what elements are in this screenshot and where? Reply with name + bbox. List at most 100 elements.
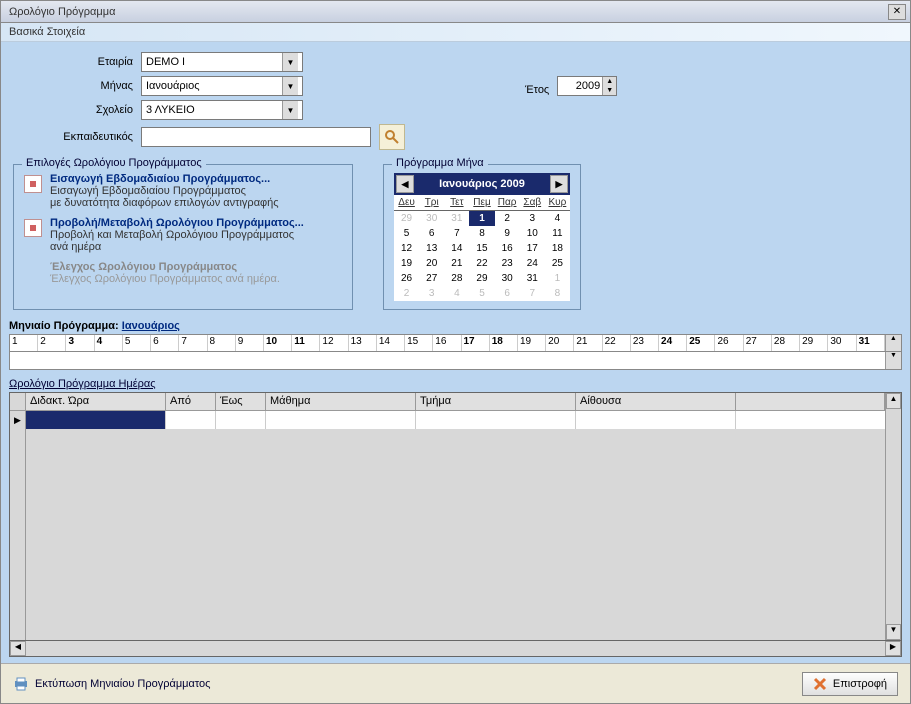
- calendar-day[interactable]: 28: [444, 271, 469, 286]
- calendar-day[interactable]: 20: [419, 256, 444, 271]
- calendar-day[interactable]: 29: [469, 271, 494, 286]
- day-cell[interactable]: 16: [433, 335, 461, 351]
- day-cell[interactable]: 10: [264, 335, 292, 351]
- calendar-day[interactable]: 13: [419, 241, 444, 256]
- day-cell[interactable]: 9: [236, 335, 264, 351]
- calendar-day[interactable]: 2: [394, 286, 419, 301]
- calendar-day[interactable]: 7: [444, 226, 469, 241]
- day-cell[interactable]: 28: [772, 335, 800, 351]
- calendar-next[interactable]: ▶: [550, 175, 568, 193]
- year-input[interactable]: 2009 ▲ ▼: [557, 76, 617, 96]
- option-import-weekly[interactable]: Εισαγωγή Εβδομαδιαίου Προγράμματος...: [50, 173, 279, 185]
- day-cell[interactable]: 23: [631, 335, 659, 351]
- print-monthly-link[interactable]: Εκτύπωση Μηνιαίου Προγράμματος: [13, 676, 210, 692]
- calendar-day[interactable]: 5: [469, 286, 494, 301]
- calendar-day[interactable]: 8: [469, 226, 494, 241]
- calendar-day[interactable]: 23: [495, 256, 520, 271]
- school-dropdown[interactable]: 3 ΛΥΚΕΙΟ ▼: [141, 100, 303, 120]
- day-cell[interactable]: 5: [123, 335, 151, 351]
- back-button[interactable]: Επιστροφή: [802, 672, 898, 696]
- calendar-day[interactable]: 18: [545, 241, 570, 256]
- calendar-day[interactable]: 26: [394, 271, 419, 286]
- day-cell[interactable]: 1: [10, 335, 38, 351]
- day-cell[interactable]: 29: [800, 335, 828, 351]
- col-class[interactable]: Τμήμα: [416, 393, 576, 410]
- day-cell[interactable]: 3: [66, 335, 94, 351]
- day-cell[interactable]: 26: [715, 335, 743, 351]
- day-cell[interactable]: 25: [687, 335, 715, 351]
- col-subject[interactable]: Μάθημα: [266, 393, 416, 410]
- month-dropdown[interactable]: Ιανουάριος ▼: [141, 76, 303, 96]
- day-cell[interactable]: 20: [546, 335, 574, 351]
- day-cell[interactable]: 19: [518, 335, 546, 351]
- calendar-day[interactable]: 3: [520, 211, 545, 227]
- day-cell[interactable]: 31: [857, 335, 885, 351]
- calendar-prev[interactable]: ◀: [396, 175, 414, 193]
- calendar-day[interactable]: 5: [394, 226, 419, 241]
- calendar-day[interactable]: 3: [419, 286, 444, 301]
- day-cell[interactable]: 18: [490, 335, 518, 351]
- calendar-day[interactable]: 31: [444, 211, 469, 227]
- calendar-day[interactable]: 8: [545, 286, 570, 301]
- teacher-input[interactable]: [141, 127, 371, 147]
- calendar-day[interactable]: 14: [444, 241, 469, 256]
- close-button[interactable]: ✕: [888, 4, 906, 20]
- day-cell[interactable]: 12: [320, 335, 348, 351]
- calendar-day[interactable]: 4: [545, 211, 570, 227]
- col-from[interactable]: Από: [166, 393, 216, 410]
- table-row[interactable]: [26, 411, 885, 429]
- grid-scroll-left[interactable]: ◀: [10, 641, 26, 656]
- calendar-day[interactable]: 7: [520, 286, 545, 301]
- col-room[interactable]: Αίθουσα: [576, 393, 736, 410]
- day-cell[interactable]: 2: [38, 335, 66, 351]
- calendar-day[interactable]: 24: [520, 256, 545, 271]
- calendar-day[interactable]: 30: [495, 271, 520, 286]
- day-cell[interactable]: 14: [377, 335, 405, 351]
- day-cell[interactable]: 11: [292, 335, 320, 351]
- calendar-day[interactable]: 11: [545, 226, 570, 241]
- calendar-day[interactable]: 16: [495, 241, 520, 256]
- day-cell[interactable]: 30: [828, 335, 856, 351]
- calendar-day[interactable]: 19: [394, 256, 419, 271]
- calendar-day[interactable]: 15: [469, 241, 494, 256]
- calendar-day[interactable]: 17: [520, 241, 545, 256]
- calendar-day[interactable]: 2: [495, 211, 520, 227]
- day-cell[interactable]: 21: [574, 335, 602, 351]
- day-cell[interactable]: 4: [95, 335, 123, 351]
- calendar-day[interactable]: 4: [444, 286, 469, 301]
- strip-scroll-up[interactable]: ▲: [886, 335, 901, 351]
- col-to[interactable]: Έως: [216, 393, 266, 410]
- calendar-day[interactable]: 30: [419, 211, 444, 227]
- day-cell[interactable]: 7: [179, 335, 207, 351]
- calendar-day[interactable]: 1: [469, 211, 494, 227]
- calendar-day[interactable]: 9: [495, 226, 520, 241]
- calendar-day[interactable]: 21: [444, 256, 469, 271]
- calendar-day[interactable]: 31: [520, 271, 545, 286]
- day-cell[interactable]: 17: [462, 335, 490, 351]
- calendar-day[interactable]: 22: [469, 256, 494, 271]
- year-spin-up[interactable]: ▲: [602, 77, 616, 86]
- grid-scroll-right[interactable]: ▶: [885, 641, 901, 656]
- grid-scroll-down[interactable]: ▼: [886, 624, 901, 640]
- year-spin-down[interactable]: ▼: [602, 86, 616, 95]
- strip-scroll-down[interactable]: ▼: [886, 352, 901, 369]
- day-cell[interactable]: 27: [744, 335, 772, 351]
- grid-scroll-up[interactable]: ▲: [886, 393, 901, 409]
- monthly-month-link[interactable]: Ιανουάριος: [122, 320, 180, 332]
- day-cell[interactable]: 8: [208, 335, 236, 351]
- col-teaching-hour[interactable]: Διδακτ. Ώρα: [26, 393, 166, 410]
- calendar-day[interactable]: 27: [419, 271, 444, 286]
- day-cell[interactable]: 22: [603, 335, 631, 351]
- calendar-day[interactable]: 6: [419, 226, 444, 241]
- calendar-day[interactable]: 1: [545, 271, 570, 286]
- calendar-day[interactable]: 6: [495, 286, 520, 301]
- calendar-day[interactable]: 29: [394, 211, 419, 227]
- calendar-day[interactable]: 25: [545, 256, 570, 271]
- calendar-day[interactable]: 12: [394, 241, 419, 256]
- day-cell[interactable]: 24: [659, 335, 687, 351]
- day-cell[interactable]: 13: [349, 335, 377, 351]
- calendar-day[interactable]: 10: [520, 226, 545, 241]
- day-cell[interactable]: 15: [405, 335, 433, 351]
- company-dropdown[interactable]: DEMO I ▼: [141, 52, 303, 72]
- day-cell[interactable]: 6: [151, 335, 179, 351]
